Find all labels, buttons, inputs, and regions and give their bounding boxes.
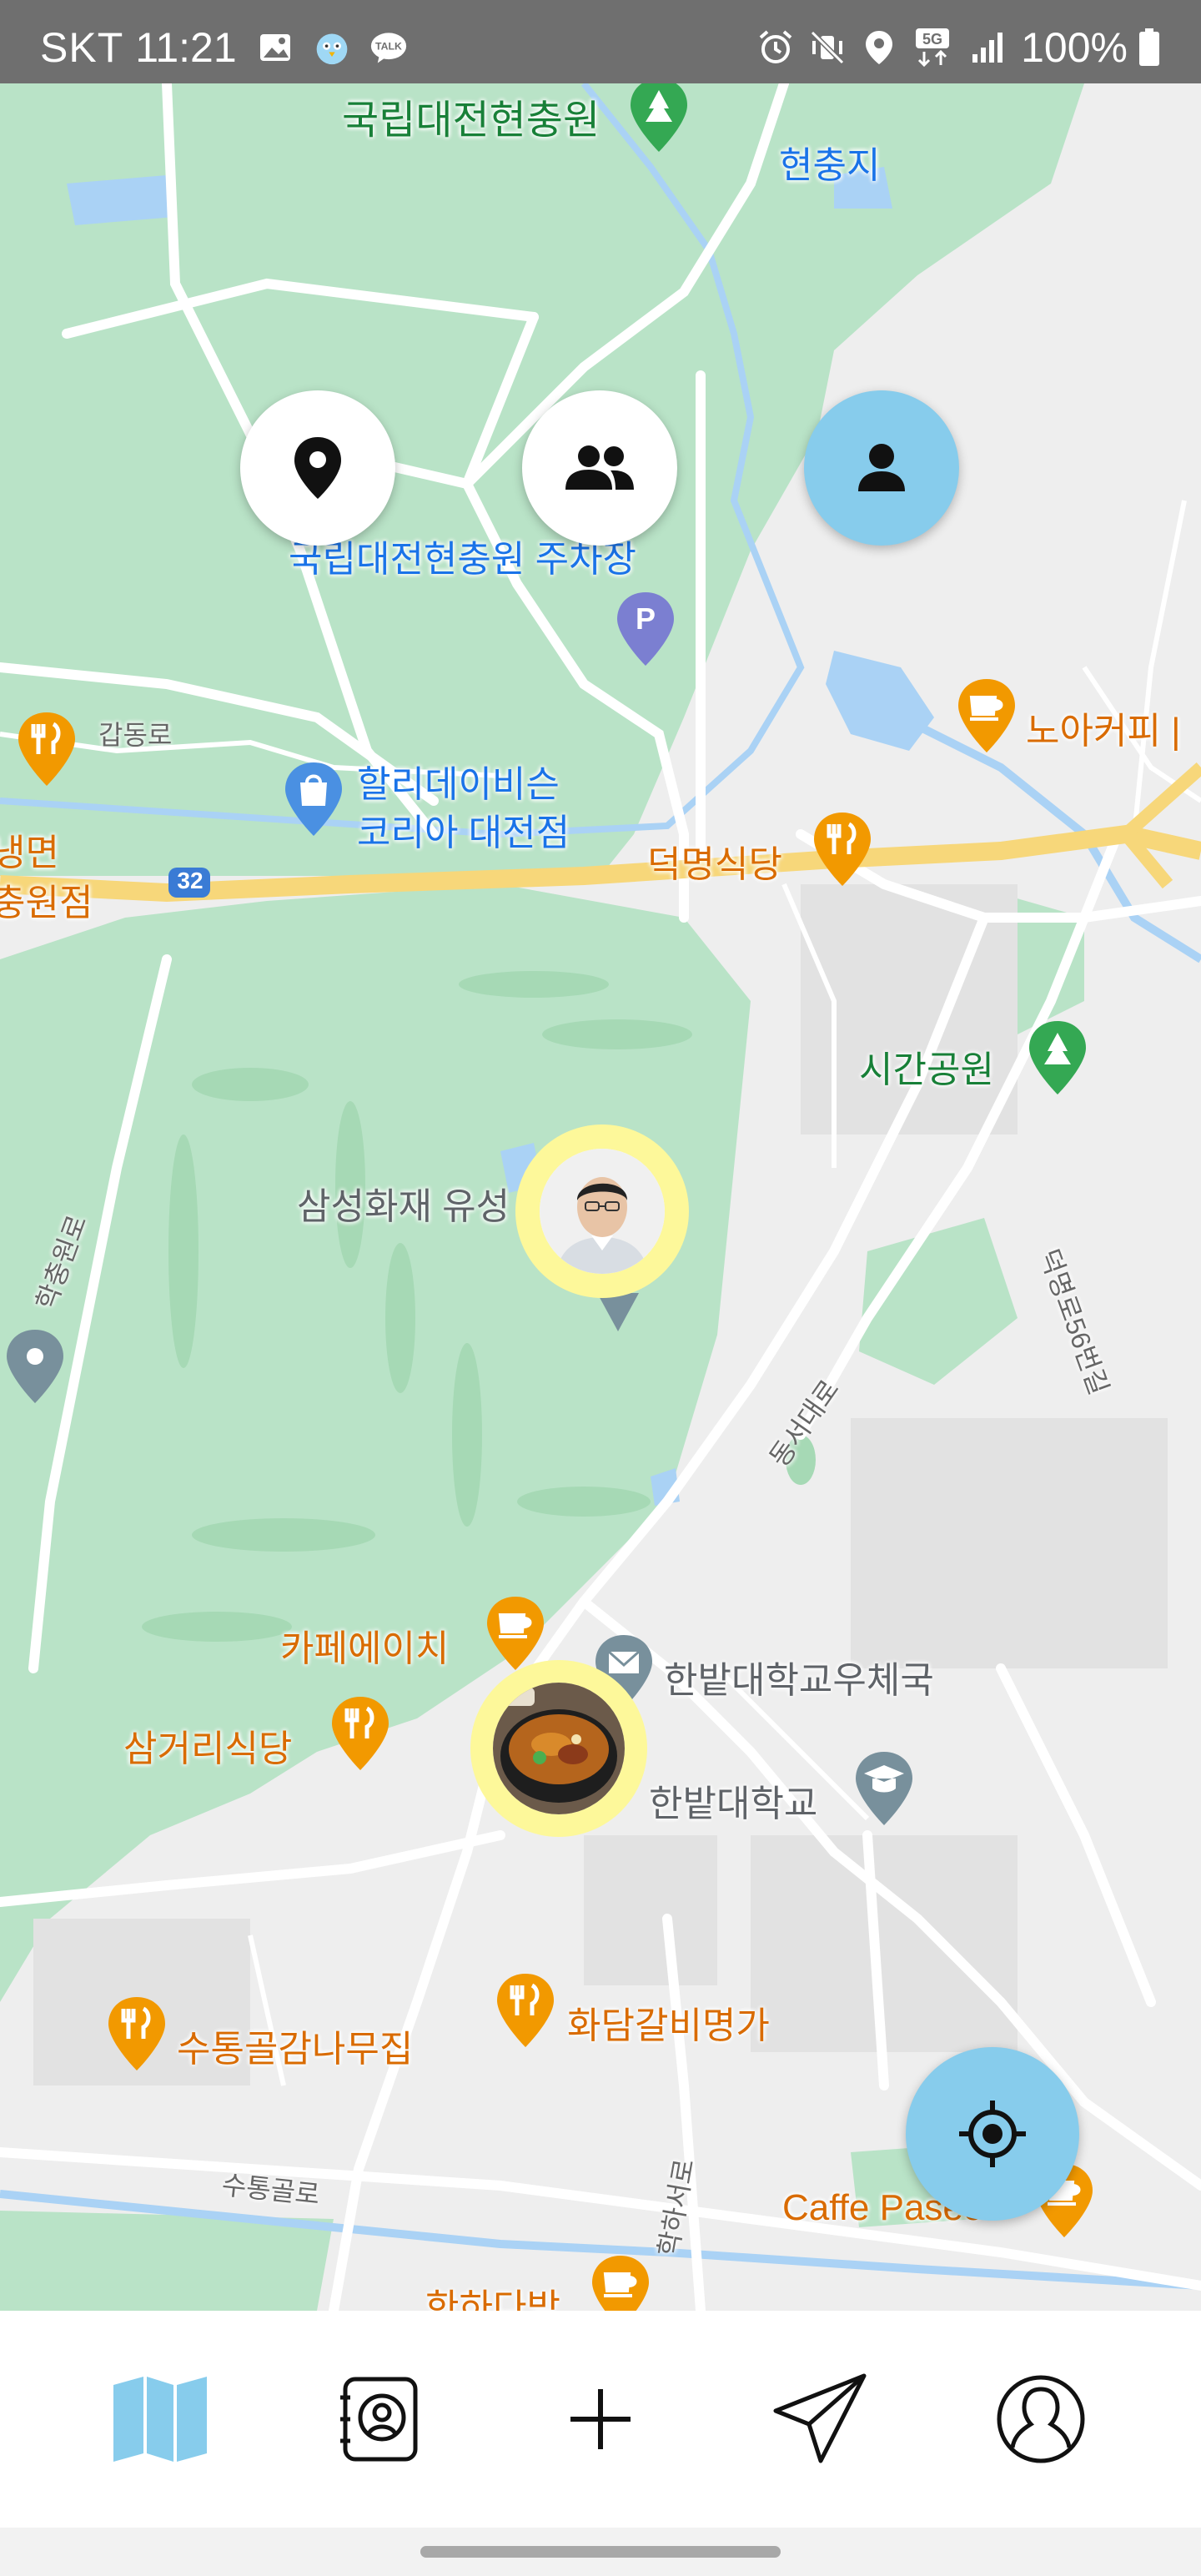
- restaurant-pin-icon[interactable]: [494, 1970, 557, 2050]
- avatar: [540, 1149, 665, 1274]
- label-hollys[interactable]: 할리데이비슨: [357, 754, 560, 808]
- place-filter-button[interactable]: [240, 390, 395, 546]
- paper-plane-icon: [773, 2373, 867, 2463]
- plus-icon: [570, 2389, 631, 2449]
- parking-pin-icon[interactable]: P: [614, 589, 677, 669]
- signal-icon: [969, 29, 1006, 66]
- map-icon: [113, 2377, 207, 2462]
- status-bar: SKT 11:21 TALK 5G 100%: [0, 0, 1201, 83]
- battery-icon: [1138, 28, 1161, 66]
- person-icon: [858, 444, 905, 491]
- route-32-shield: 32: [177, 868, 204, 893]
- food-photo: [493, 1683, 625, 1814]
- bottom-navigation: [0, 2311, 1201, 2528]
- label-sigan-park[interactable]: 시간공원: [859, 1039, 994, 1093]
- people-icon: [565, 445, 634, 490]
- alarm-icon: [757, 29, 794, 66]
- cafe-pin-icon[interactable]: [484, 1593, 547, 1673]
- restaurant-pin-icon[interactable]: [15, 709, 78, 789]
- label-deokmyeong-restaurant[interactable]: 덕명식당: [647, 834, 782, 888]
- place-pin-icon[interactable]: [3, 1326, 67, 1406]
- gallery-icon: [257, 29, 294, 66]
- park-pin-icon[interactable]: [627, 83, 691, 155]
- nav-contacts-button[interactable]: [322, 2361, 439, 2478]
- label-samgeori-restaurant[interactable]: 삼거리식당: [123, 1718, 292, 1772]
- park-pin-icon[interactable]: [1026, 1018, 1089, 1098]
- svg-text:TALK: TALK: [375, 41, 402, 53]
- label-noah-coffee[interactable]: 노아커피 |: [1026, 701, 1181, 754]
- battery-percent: 100%: [1021, 24, 1128, 71]
- label-samsung-fire[interactable]: 삼성화재 유성: [297, 1176, 510, 1230]
- nav-map-button[interactable]: [102, 2361, 219, 2478]
- food-photo-marker[interactable]: [470, 1660, 647, 1837]
- label-hanbat-university[interactable]: 한밭대학교: [649, 1774, 817, 1827]
- restaurant-pin-icon[interactable]: [811, 809, 874, 889]
- contact-book-icon: [340, 2377, 418, 2462]
- carrier-name: SKT: [40, 24, 124, 71]
- crosshair-icon: [959, 2101, 1026, 2167]
- label-hanbat-post[interactable]: 한밭대학교우체국: [664, 1650, 934, 1703]
- friend-avatar-marker[interactable]: [515, 1124, 689, 1298]
- cafe-pin-icon[interactable]: [955, 676, 1018, 756]
- label-sutong-gamnamu[interactable]: 수통골감나무집: [177, 2019, 413, 2072]
- restaurant-pin-icon[interactable]: [105, 1994, 168, 2074]
- cafe-pin-icon[interactable]: [589, 2252, 652, 2311]
- label-naengmyeon[interactable]: 냉면: [0, 823, 59, 876]
- vibrate-mute-icon: [809, 29, 846, 66]
- label-road-gapdong: 갑동로: [98, 720, 173, 750]
- label-hwadam-galbi[interactable]: 화담갈비명가: [567, 1995, 770, 2049]
- bird-app-icon: [314, 29, 350, 66]
- label-naengmyeon-line2[interactable]: 충원점: [0, 873, 93, 926]
- university-pin-icon[interactable]: [852, 1748, 916, 1829]
- nav-send-button[interactable]: [762, 2361, 879, 2478]
- label-hanha-dabang[interactable]: 한하다방: [425, 2277, 560, 2311]
- location-pin-icon: [294, 437, 341, 499]
- kakaotalk-icon: TALK: [370, 29, 407, 66]
- label-reservoir[interactable]: 현충지: [779, 135, 880, 189]
- restaurant-pin-icon[interactable]: [329, 1693, 392, 1774]
- label-cafe-h[interactable]: 카페에이치: [280, 1618, 449, 1672]
- nav-add-button[interactable]: [542, 2361, 659, 2478]
- nav-profile-button[interactable]: [982, 2361, 1099, 2478]
- svg-text:P: P: [636, 601, 656, 636]
- label-cemetery[interactable]: 국립대전현충원: [342, 87, 600, 145]
- me-filter-button[interactable]: [804, 390, 959, 546]
- home-gesture-bar[interactable]: [420, 2546, 781, 2558]
- profile-icon: [997, 2375, 1085, 2463]
- gesture-area: [0, 2528, 1201, 2576]
- clock: 11:21: [135, 24, 237, 71]
- my-location-button[interactable]: [906, 2047, 1079, 2221]
- map-view[interactable]: P 국립대전현충원 현충지 국립대전현충원 주차장 갑동로 할리데이비슨 코리아…: [0, 83, 1201, 2311]
- network-5g-icon: 5G: [912, 28, 954, 68]
- shopping-pin-icon[interactable]: [282, 759, 345, 839]
- location-status-icon: [861, 29, 897, 66]
- friends-filter-button[interactable]: [522, 390, 677, 546]
- svg-text:5G: 5G: [922, 31, 942, 48]
- label-hollys-line2[interactable]: 코리아 대전점: [357, 802, 570, 856]
